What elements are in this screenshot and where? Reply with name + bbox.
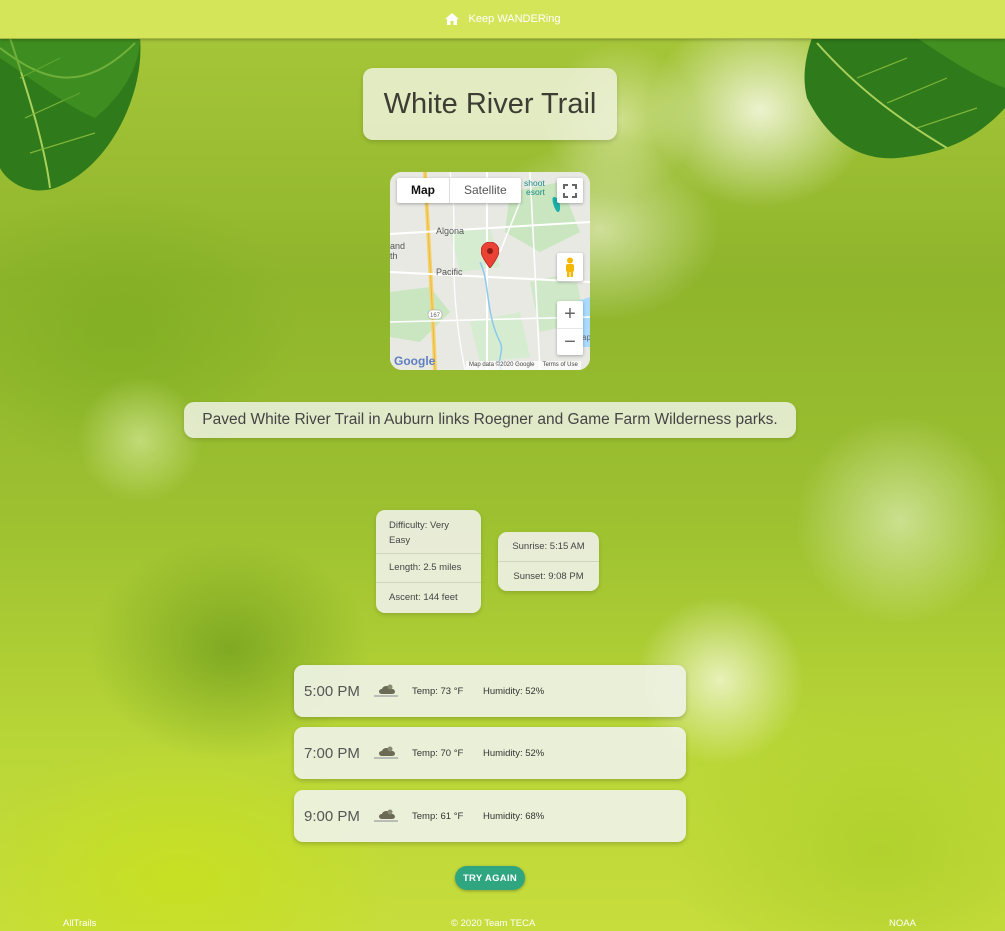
map-label-th: th (390, 251, 398, 261)
footer-alltrails-link[interactable]: AllTrails (63, 918, 96, 929)
map-type-satellite-button[interactable]: Satellite (450, 178, 521, 203)
home-link[interactable]: Keep WANDERing (444, 13, 561, 25)
stat-length: Length: 2.5 miles (376, 554, 481, 583)
stat-ascent: Ascent: 144 feet (389, 592, 458, 603)
forecast-humidity: Humidity: 68% (483, 810, 545, 822)
trail-description: Paved White River Trail in Auburn links … (202, 411, 778, 428)
cloud-sun-icon (374, 684, 398, 697)
map-data-text: Map data ©2020 Google (469, 362, 535, 368)
fullscreen-button[interactable] (557, 178, 583, 203)
map-label-algona: Algona (436, 226, 464, 236)
map-label-sp: ap (582, 333, 590, 342)
zoom-in-button[interactable]: + (557, 301, 583, 329)
map-label-pacific: Pacific (436, 267, 463, 277)
forecast-time: 5:00 PM (304, 682, 360, 700)
trail-stats-card: Difficulty: Very Easy Length: 2.5 miles … (376, 510, 481, 613)
route-label: 167 (430, 313, 441, 319)
forecast-time: 9:00 PM (304, 807, 360, 825)
forecast-temp: Temp: 70 °F (412, 747, 464, 759)
street-view-button[interactable] (557, 253, 583, 281)
map-type-toggle: Map Satellite (397, 178, 521, 203)
sunset-time: Sunset: 9:08 PM (513, 571, 584, 582)
map-type-map-button[interactable]: Map (397, 178, 450, 203)
stat-difficulty: Difficulty: Very Easy (376, 510, 481, 554)
forecast-card: 9:00 PM Temp: 61 °F Humidity: 68% (294, 790, 686, 842)
forecast-humidity: Humidity: 52% (483, 747, 545, 759)
home-icon (444, 13, 459, 25)
sun-times-card: Sunrise: 5:15 AM Sunset: 9:08 PM (498, 532, 599, 591)
forecast-time: 7:00 PM (304, 744, 360, 762)
trail-title: White River Trail (383, 87, 597, 120)
forecast-humidity: Humidity: 52% (483, 685, 545, 697)
footer-noaa-link[interactable]: NOAA (889, 918, 916, 929)
try-again-button[interactable]: TRY AGAIN (455, 866, 525, 890)
footer-copyright: © 2020 Team TECA (451, 918, 536, 929)
sunrise-time: Sunrise: 5:15 AM (498, 532, 599, 562)
pegman-icon (566, 257, 574, 277)
trail-title-card: White River Trail (363, 68, 617, 140)
leaf-top-left-image (0, 38, 141, 191)
map-label-and: and (390, 241, 405, 251)
map-terms-link[interactable]: Terms of Use (542, 361, 577, 370)
google-logo: Google (394, 354, 436, 368)
forecast-temp: Temp: 61 °F (412, 810, 464, 822)
leaf-top-right-image (804, 38, 1005, 159)
cloud-sun-icon (374, 809, 398, 822)
top-nav-bar: Keep WANDERing (0, 0, 1005, 39)
brand-name: Keep WANDERing (468, 13, 561, 25)
forecast-card: 5:00 PM Temp: 73 °F Humidity: 52% (294, 665, 686, 717)
zoom-controls: + − (557, 301, 583, 355)
trail-map[interactable]: 167 Algona Pacific and th shoot esort ap… (390, 172, 590, 370)
location-pin-icon[interactable] (481, 242, 499, 268)
forecast-card: 7:00 PM Temp: 70 °F Humidity: 52% (294, 727, 686, 779)
map-attribution: Map data ©2020 Google Terms of Use (466, 361, 581, 370)
trail-description-card: Paved White River Trail in Auburn links … (184, 402, 796, 438)
map-label-resort2: esort (526, 187, 546, 197)
zoom-out-button[interactable]: − (557, 329, 583, 356)
cloud-sun-icon (374, 746, 398, 759)
forecast-temp: Temp: 73 °F (412, 685, 464, 697)
fullscreen-icon (563, 183, 577, 198)
